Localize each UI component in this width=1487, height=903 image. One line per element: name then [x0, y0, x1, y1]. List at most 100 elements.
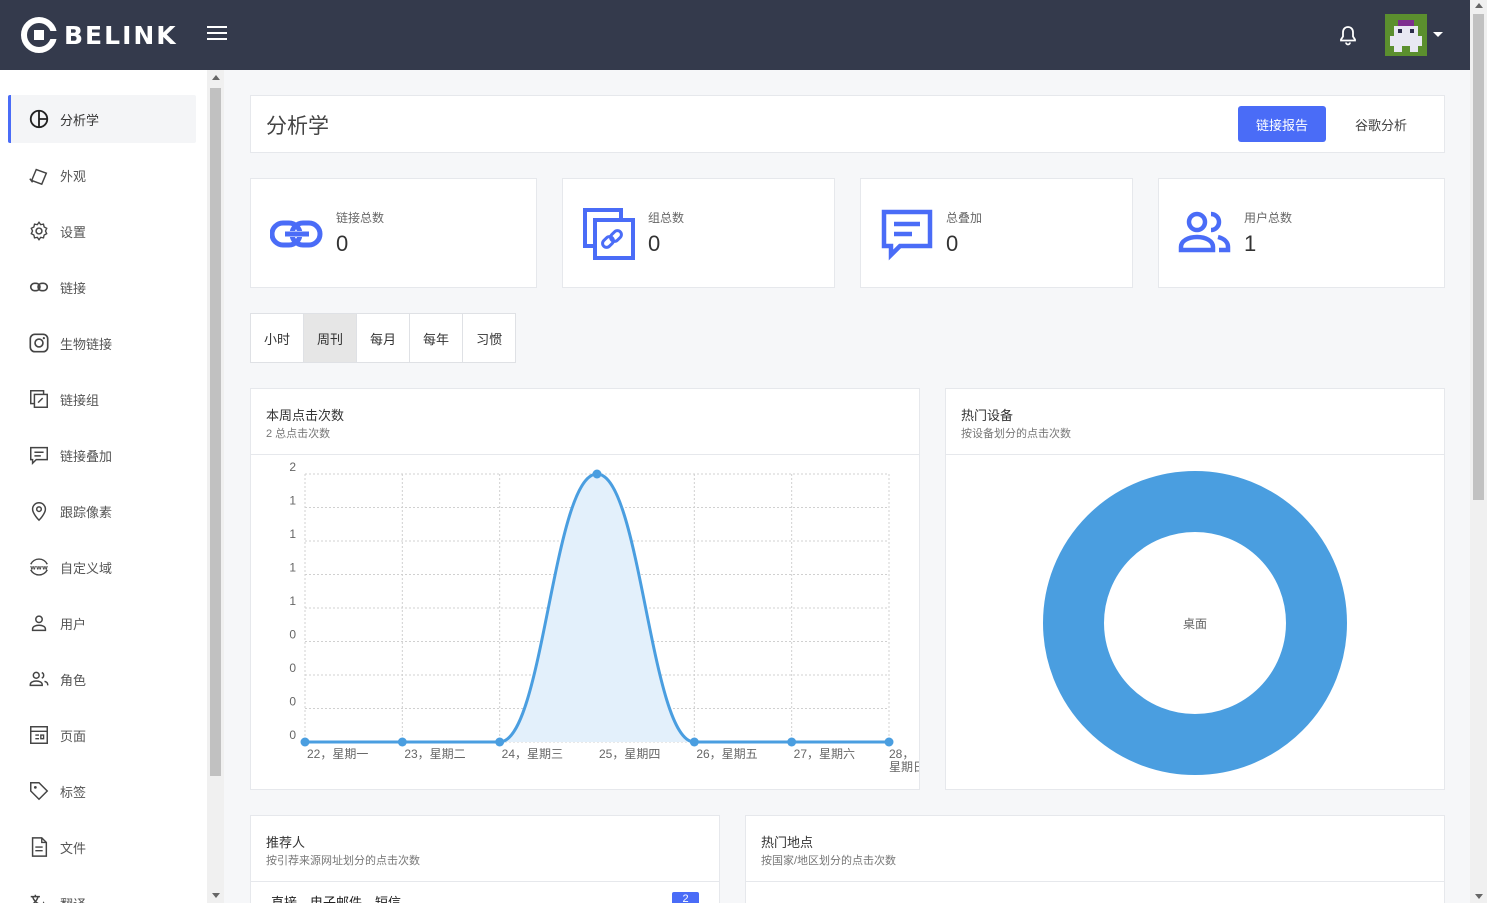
sidebar-item-roles[interactable]: 角色: [8, 655, 196, 703]
chevron-down-icon[interactable]: [1433, 32, 1443, 37]
panel-title: 热门设备: [961, 408, 1014, 423]
main-content: 分析学 链接报告 谷歌分析 链接总数 0 组总数 0 总叠加 0 用户总数 1 …: [224, 70, 1470, 903]
scroll-up-arrow-icon[interactable]: [1475, 3, 1483, 8]
top-devices-panel: 热门设备 按设备划分的点击次数 桌面: [945, 388, 1445, 790]
www-icon: www: [30, 558, 48, 576]
slice-label: 桌面: [1183, 617, 1207, 631]
panel-title: 本周点击次数: [266, 408, 345, 423]
tag-icon: [30, 782, 49, 801]
devices-donut-chart: 桌面: [1043, 471, 1347, 775]
page-scrollbar[interactable]: [1470, 0, 1487, 903]
scroll-down-arrow-icon[interactable]: [212, 893, 220, 898]
x-tick-label: 22，星期一: [307, 747, 368, 761]
referrer-count-badge: 2: [672, 892, 699, 903]
x-tick-label: 25，星期四: [599, 747, 660, 761]
range-button-hourly[interactable]: 小时: [251, 314, 305, 362]
translate-icon: [30, 894, 45, 903]
link-group-icon: [30, 390, 48, 408]
sidebar-item-pages[interactable]: 页面: [8, 711, 196, 759]
stat-value: 0: [336, 231, 349, 256]
panel-header: 热门设备 按设备划分的点击次数: [946, 389, 1444, 455]
page-icon: [30, 726, 48, 744]
notification-bell-icon[interactable]: [1336, 24, 1360, 48]
y-tick-label: 0: [289, 628, 296, 642]
stat-label: 组总数: [648, 211, 685, 225]
stat-value: 0: [648, 231, 661, 256]
user-avatar[interactable]: [1385, 14, 1427, 56]
sidebar-item-link-overlays[interactable]: 链接叠加: [8, 431, 196, 479]
panel-subtitle: 2 总点击次数: [266, 428, 331, 440]
range-toggle-group: 小时 周刊 每月 每年 习惯: [250, 313, 517, 363]
brand-logo[interactable]: BELINK: [20, 16, 178, 54]
sidebar-item-tags[interactable]: 标签: [8, 767, 196, 815]
weekly-clicks-panel: 本周点击次数 2 总点击次数 2 1 1 1 1 0 0 0 0 22，星期一 23，星期二 24，星…: [250, 388, 920, 790]
panel-subtitle: 按国家/地区划分的点击次数: [761, 855, 897, 867]
y-tick-label: 1: [289, 527, 296, 541]
pie-chart-icon: [29, 109, 49, 129]
gear-icon: [30, 221, 48, 241]
overlay-icon: [30, 446, 48, 466]
weekly-clicks-line-chart: 2 1 1 1 1 0 0 0 0 22，星期一 23，星期二 24，星期三 25，星期四 26，星期五 2…: [289, 460, 919, 774]
sidebar-item-label: 自定义域: [60, 560, 113, 576]
file-icon: [31, 837, 48, 857]
stat-card-total-users: 用户总数 1: [1158, 178, 1445, 288]
stat-label: 链接总数: [336, 211, 385, 225]
sidebar-item-users[interactable]: 用户: [8, 599, 196, 647]
overlay-icon: [881, 209, 933, 261]
panel-title: 推荐人: [266, 835, 306, 850]
paint-icon: [29, 168, 48, 186]
link-report-button[interactable]: 链接报告: [1238, 106, 1326, 142]
sidebar-item-custom-domains[interactable]: www 自定义域: [8, 543, 196, 591]
sidebar-item-label: 生物链接: [60, 336, 113, 352]
stat-value: 0: [946, 231, 959, 256]
sidebar-item-files[interactable]: 文件: [8, 823, 196, 871]
brand-name: BELINK: [64, 20, 178, 50]
scrollbar-thumb[interactable]: [1473, 14, 1484, 500]
range-button-yearly[interactable]: 每年: [410, 314, 464, 362]
data-point: [787, 737, 797, 747]
panel-subtitle: 按引荐来源网址划分的点击次数: [266, 855, 420, 867]
x-tick-label: 星期日: [889, 760, 919, 774]
sidebar-item-label: 链接叠加: [60, 448, 113, 464]
stat-label: 总叠加: [946, 211, 983, 225]
range-button-custom[interactable]: 习惯: [463, 314, 515, 362]
avatar-image: [1385, 14, 1427, 56]
sidebar-item-settings[interactable]: 设置: [8, 207, 196, 255]
menu-toggle-icon[interactable]: [207, 26, 227, 42]
y-tick-label: 1: [289, 561, 296, 575]
y-tick-label: 0: [289, 728, 296, 742]
pin-icon: [31, 502, 47, 522]
sidebar-item-label: 标签: [60, 784, 87, 800]
sidebar-item-bio-links[interactable]: 生物链接: [8, 319, 196, 367]
scroll-down-arrow-icon[interactable]: [1475, 894, 1483, 899]
sidebar-item-appearance[interactable]: 外观: [8, 151, 196, 199]
x-tick-label: 26，星期五: [696, 747, 757, 761]
stat-card-total-overlays: 总叠加 0: [860, 178, 1133, 288]
google-analytics-button[interactable]: 谷歌分析: [1341, 106, 1421, 142]
users-icon: [29, 671, 49, 687]
sidebar-item-label: 链接: [60, 280, 87, 296]
stat-card-total-links: 链接总数 0: [250, 178, 537, 288]
scroll-up-arrow-icon[interactable]: [212, 75, 220, 80]
sidebar-scrollbar[interactable]: [207, 70, 224, 903]
sidebar-item-label: 角色: [60, 672, 87, 688]
link-icon: [270, 220, 323, 248]
sidebar-item-links[interactable]: 链接: [8, 263, 196, 311]
page-title: 分析学: [266, 115, 329, 138]
referrer-row-label: 直接，电子邮件，短信: [271, 895, 402, 903]
range-button-weekly[interactable]: 周刊: [304, 314, 358, 362]
sidebar-item-link-groups[interactable]: 链接组: [8, 375, 196, 423]
sidebar-item-analytics[interactable]: 分析学: [8, 95, 196, 143]
data-point: [300, 737, 310, 747]
stat-card-total-groups: 组总数 0: [562, 178, 835, 288]
y-tick-label: 0: [289, 661, 296, 675]
sidebar-item-translations[interactable]: 翻译: [8, 879, 196, 903]
scrollbar-thumb[interactable]: [210, 88, 221, 776]
data-point: [592, 469, 602, 479]
stat-label: 用户总数: [1244, 211, 1293, 225]
sidebar-item-tracking-pixels[interactable]: 跟踪像素: [8, 487, 196, 535]
range-button-monthly[interactable]: 每月: [357, 314, 411, 362]
link-group-icon: [583, 208, 635, 260]
sidebar-item-label: 设置: [60, 224, 87, 240]
y-tick-label: 2: [289, 460, 296, 474]
